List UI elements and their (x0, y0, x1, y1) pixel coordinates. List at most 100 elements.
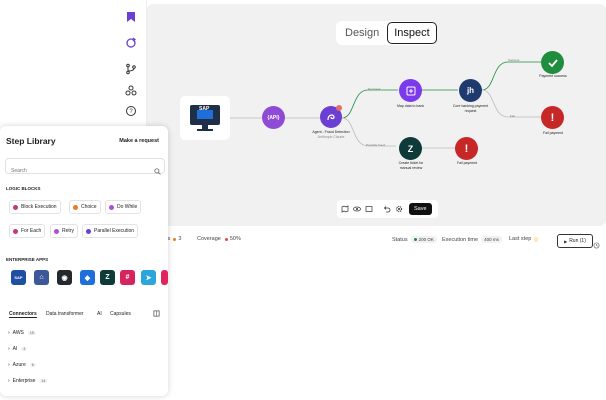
execution-time-label: Execution time (442, 236, 479, 243)
sap-trigger-node[interactable]: SAP (180, 96, 230, 140)
chip-label: Do While (117, 204, 138, 210)
app-slack[interactable]: # (120, 270, 135, 285)
edge-label-fail: Fail (510, 114, 515, 118)
block-execution-icon (13, 204, 18, 210)
coverage-value: 50% (229, 236, 241, 242)
settings-gear-icon[interactable] (395, 205, 403, 213)
app-oracle[interactable]: ⌂ (34, 270, 49, 285)
coverage-dot (224, 237, 228, 241)
do-while-icon (109, 204, 114, 210)
map-data-node[interactable] (399, 79, 422, 102)
agent-node-label: Agent - Fraud Detection Anthropic Claude (309, 130, 353, 139)
agent-subtitle: Anthropic Claude (317, 134, 345, 139)
agent-title: Agent - Fraud Detection (312, 130, 350, 134)
payment-success-node[interactable] (541, 51, 564, 74)
tree-count: 6 (29, 363, 36, 367)
tree-label: AWS (12, 330, 24, 336)
logic-block-execution[interactable]: Block Execution (9, 200, 61, 214)
app-zendesk[interactable]: Z (100, 270, 115, 285)
tree-item-aws[interactable]: › AWS 15 (8, 330, 36, 336)
history-icon[interactable] (593, 236, 600, 249)
choice-icon (73, 204, 78, 210)
tree-label: AI (12, 346, 18, 352)
step-library-panel: Step Library Make a request LOGIC BLOCKS… (0, 126, 168, 396)
app-github[interactable]: ◉ (57, 270, 72, 285)
items-count: 3 (178, 236, 182, 242)
run-button[interactable]: ▶ Run (1) (557, 234, 593, 248)
tab-inspect[interactable]: Inspect (387, 22, 437, 44)
make-request-link[interactable]: Make a request (119, 138, 159, 144)
library-tabs: Connectors Data transformer AI Capsules (6, 309, 166, 321)
core-banking-label: Core banking payment request (452, 104, 489, 113)
tree-count: 3 (21, 347, 28, 351)
fail-payment-node-1[interactable]: ! (541, 106, 564, 129)
integrations-icon[interactable] (124, 84, 138, 98)
app-other[interactable] (161, 270, 168, 285)
status-badge: 200 OK (410, 236, 437, 243)
fail-payment-label-1: Fail payment (542, 131, 564, 135)
mode-toggle: Design Inspect (336, 21, 437, 45)
chevron-right-icon: › (8, 362, 10, 368)
agent-icon (327, 114, 335, 121)
tab-capsules[interactable]: Capsules (110, 311, 131, 317)
tree-item-enterprise[interactable]: › Enterprise 14 (8, 378, 48, 384)
search-box (5, 158, 165, 175)
run-button-label: Run (1) (569, 238, 586, 244)
search-input[interactable] (9, 167, 143, 175)
jira-app-icon: ◆ (84, 274, 91, 282)
core-banking-node[interactable]: jh (459, 79, 482, 102)
eye-icon[interactable] (353, 205, 361, 213)
chip-label: Choice (81, 204, 97, 210)
canvas-toolbar: Save (337, 200, 438, 218)
search-icon[interactable] (154, 162, 161, 180)
logic-do-while[interactable]: Do While (105, 200, 142, 214)
tree-item-azure[interactable]: › Azure 6 (8, 362, 36, 368)
zendesk-app-icon: Z (105, 274, 110, 281)
logo-icon (124, 10, 138, 24)
transform-icon (406, 86, 415, 95)
app-jira[interactable]: ◆ (80, 270, 95, 285)
last-step-label: Last step (509, 236, 532, 242)
sap-logo-text: SAP (199, 106, 210, 112)
app-telegram[interactable]: ➤ (141, 270, 156, 285)
logic-parallel-execution[interactable]: Parallel Execution (82, 224, 139, 238)
api-node-label: {API} (267, 114, 280, 121)
status-label: Status (392, 236, 408, 243)
tab-ai[interactable]: AI (97, 311, 102, 317)
sap-app-icon: SAP (14, 275, 23, 280)
left-sidebar: ? (116, 0, 147, 130)
fail-payment-node-2[interactable]: ! (455, 137, 478, 160)
tree-label: Azure (12, 362, 26, 368)
github-app-icon: ◉ (61, 274, 68, 282)
branch-icon[interactable] (124, 62, 138, 76)
refresh-icon[interactable] (124, 36, 138, 50)
api-node[interactable]: {API} (262, 106, 285, 129)
map-icon[interactable] (341, 205, 349, 213)
tab-design[interactable]: Design (339, 23, 385, 43)
tab-data-transformer[interactable]: Data transformer (46, 311, 84, 317)
edge-label-possible-fraud: Possible fraud (366, 143, 386, 147)
alert-icon: ! (550, 111, 555, 124)
help-icon[interactable]: ? (124, 104, 138, 118)
retry-icon (54, 228, 59, 234)
payment-success-label: Payment success (539, 74, 567, 78)
app-sap[interactable]: SAP (11, 270, 26, 285)
logic-choice[interactable]: Choice (69, 200, 101, 214)
image-icon[interactable] (365, 205, 373, 213)
tab-connectors[interactable]: Connectors (9, 311, 37, 318)
undo-icon[interactable] (383, 205, 391, 213)
check-icon (547, 58, 558, 67)
items-dot (173, 237, 177, 241)
tree-item-ai[interactable]: › AI 3 (8, 346, 28, 352)
chip-label: Retry (62, 228, 74, 234)
chip-label: Block Execution (21, 204, 57, 210)
play-icon: ▶ (564, 238, 568, 244)
coverage-label: Coverage (197, 236, 221, 242)
save-button[interactable]: Save (409, 203, 432, 215)
book-icon[interactable] (153, 310, 160, 319)
chip-label: Parallel Execution (94, 228, 135, 234)
zendesk-node[interactable]: Z (399, 137, 422, 160)
logic-for-each[interactable]: For Each (9, 224, 46, 238)
logic-retry[interactable]: Retry (50, 224, 78, 238)
chevron-right-icon: › (8, 378, 10, 384)
